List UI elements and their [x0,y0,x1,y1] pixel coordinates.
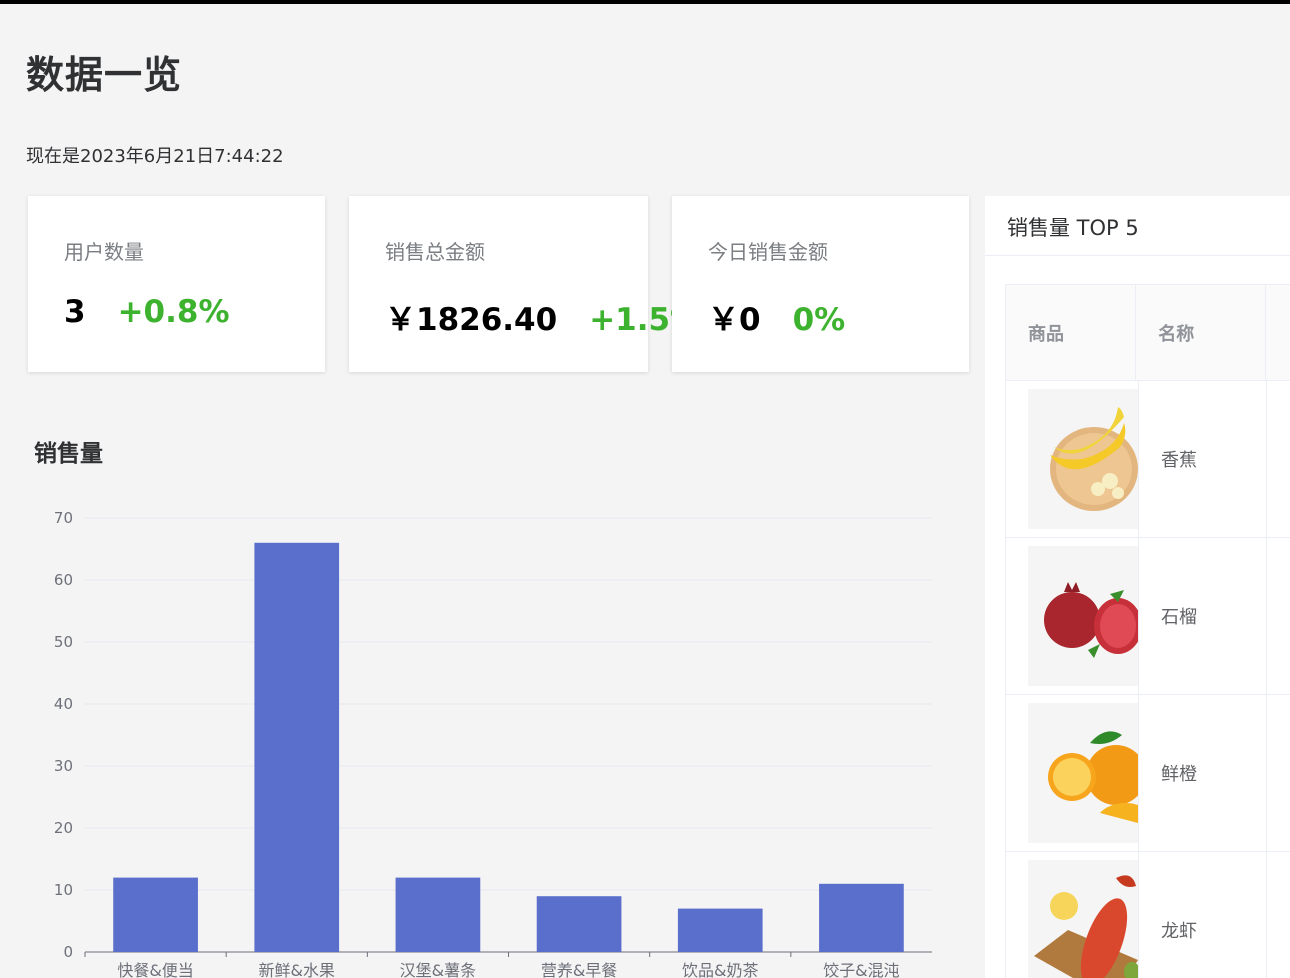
bar[interactable] [254,542,340,952]
product-name: 香蕉 [1139,381,1268,538]
stat-card-users: 用户数量 3 +0.8% [28,196,325,372]
banana-icon [1028,389,1138,529]
chart-title: 销售量 [34,441,103,467]
sales-bar-chart: 0 10 20 30 40 50 60 70 快餐&便当 新鲜&水果 汉堡&薯条 营养&早餐 饮品&奶茶… [54,509,932,978]
lobster-icon [1028,860,1138,978]
bar[interactable] [395,877,481,952]
top5-table: 商品 名称 香蕉 石榴 鲜橙 龙虾 [1005,284,1290,978]
product-name: 鲜橙 [1139,695,1268,852]
column-header-extra [1266,285,1290,381]
y-tick-label: 10 [54,881,73,899]
y-tick-label: 20 [54,819,73,837]
stat-label: 用户数量 [64,240,144,264]
y-tick-label: 0 [63,943,73,961]
top5-panel: 销售量 TOP 5 商品 名称 香蕉 石榴 鲜橙 龙虾 [985,196,1290,978]
table-row[interactable]: 石榴 [1006,538,1290,695]
current-time: 现在是2023年6月21日7:44:22 [26,146,284,167]
y-tick-label: 50 [54,633,73,651]
table-header: 商品 名称 [1006,285,1290,381]
bar[interactable] [677,908,763,952]
x-tick-label: 汉堡&薯条 [400,961,476,978]
orange-icon [1028,703,1138,843]
stat-label: 销售总金额 [385,240,485,264]
product-name: 石榴 [1139,538,1268,695]
stat-card-total-sales: 销售总金额 ￥1826.40 +1.5% [349,196,701,372]
column-header-name[interactable]: 名称 [1136,285,1267,381]
stat-label: 今日销售金额 [708,240,828,264]
x-tick-label: 营养&早餐 [541,961,617,978]
dashboard-page: 数据一览 现在是2023年6月21日7:44:22 用户数量 3 +0.8% 销… [0,4,1290,978]
column-header-product[interactable]: 商品 [1006,285,1137,381]
stat-value: ￥0 [708,302,761,338]
x-tick-label: 快餐&便当 [117,961,193,978]
y-tick-label: 30 [54,757,73,775]
bar[interactable] [819,883,904,952]
pomegranate-icon [1028,546,1138,686]
stat-card-today-sales: 今日销售金额 ￥0 0% [672,196,969,372]
page-title: 数据一览 [26,53,183,97]
y-tick-label: 60 [54,571,73,589]
stat-value: 3 [64,294,86,330]
stat-delta: 0% [792,302,846,338]
stat-value: ￥1826.40 [385,302,558,338]
y-tick-label: 70 [54,509,73,527]
product-name: 龙虾 [1139,852,1268,978]
x-tick-label: 饺子&混沌 [823,961,899,978]
x-tick-label: 饮品&奶茶 [682,961,758,978]
table-row[interactable]: 香蕉 [1006,381,1290,538]
top5-title: 销售量 TOP 5 [985,196,1290,256]
bar[interactable] [536,896,622,952]
table-row[interactable]: 鲜橙 [1006,695,1290,852]
table-row[interactable]: 龙虾 [1006,852,1290,978]
y-tick-label: 40 [54,695,73,713]
bar[interactable] [113,877,198,952]
x-tick-label: 新鲜&水果 [259,961,335,978]
stat-delta: +0.8% [117,294,230,330]
